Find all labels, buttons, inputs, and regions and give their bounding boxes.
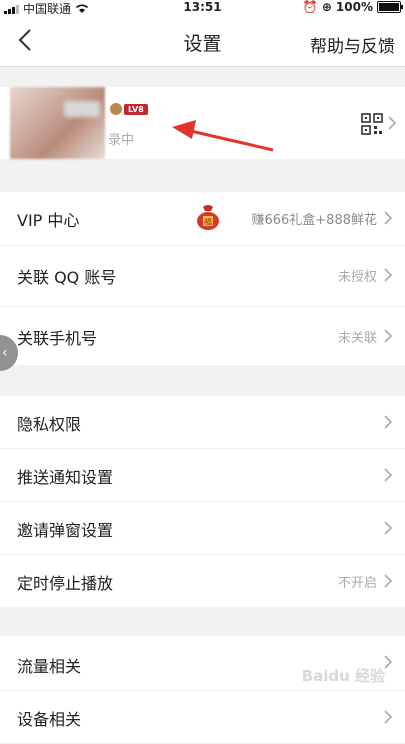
level-badge: LV8 [124, 104, 148, 115]
row-label: 定时停止播放 [17, 574, 114, 593]
qr-code-icon[interactable] [361, 113, 383, 135]
avatar[interactable] [10, 87, 105, 159]
settings-group-account: VIP 中心 福 赚666礼盒+888鲜花 关联 QQ 账号 未授权 关联手机号… [0, 192, 405, 365]
row-label: VIP 中心 [17, 211, 80, 230]
row-label: 设备相关 [17, 710, 82, 729]
battery-percent: 100% [335, 0, 373, 14]
coin-icon [110, 103, 122, 115]
row-push-notification[interactable]: 推送通知设置 [0, 449, 405, 502]
chevron-right-icon [384, 329, 393, 343]
row-link-qq[interactable]: 关联 QQ 账号 未授权 [0, 246, 405, 307]
chevron-left-icon: ‹ [2, 345, 8, 361]
row-label: 关联 QQ 账号 [17, 268, 117, 287]
chevron-right-icon [384, 268, 393, 282]
chevron-right-icon [384, 574, 393, 588]
login-status: 录中 [108, 133, 135, 148]
row-label: 推送通知设置 [17, 468, 114, 487]
settings-group-other: 流量相关 设备相关 [0, 636, 405, 744]
battery-icon [377, 1, 403, 13]
row-device[interactable]: 设备相关 [0, 691, 405, 744]
row-label: 隐私权限 [17, 415, 82, 434]
lucky-bag-icon: 福 [197, 205, 219, 230]
chevron-right-icon [384, 211, 393, 225]
chevron-right-icon [384, 468, 393, 482]
annotation-arrow [172, 120, 274, 152]
row-value: 未授权 [337, 270, 377, 285]
watermark: Baidu 经验 [301, 667, 385, 685]
row-value: 不开启 [337, 576, 377, 591]
row-value: 未关联 [337, 331, 377, 346]
settings-group-general: 隐私权限 推送通知设置 邀请弹窗设置 定时停止播放 不开启 [0, 396, 405, 607]
row-sleep-timer[interactable]: 定时停止播放 不开启 [0, 555, 405, 607]
alarm-icon: ⏰ [302, 0, 318, 14]
row-vip-center[interactable]: VIP 中心 福 赚666礼盒+888鲜花 [0, 192, 405, 246]
row-value: 赚666礼盒+888鲜花 [251, 213, 377, 228]
chevron-right-icon [384, 710, 393, 724]
chevron-right-icon [384, 415, 393, 429]
row-invite-popup[interactable]: 邀请弹窗设置 [0, 502, 405, 555]
svg-text:福: 福 [204, 218, 212, 227]
row-label: 邀请弹窗设置 [17, 521, 114, 540]
row-label: 流量相关 [17, 657, 82, 676]
chevron-right-icon [384, 521, 393, 535]
row-label: 关联手机号 [17, 329, 98, 348]
nav-bar: 设置 帮助与反馈 [0, 16, 405, 67]
status-bar: 中国联通 13:51 ⏰ ⊕ 100% [0, 0, 405, 16]
username-blurred [64, 101, 100, 117]
chevron-right-icon [388, 116, 397, 130]
help-feedback-link[interactable]: 帮助与反馈 [310, 32, 395, 57]
rotation-lock-icon: ⊕ [321, 0, 332, 14]
row-privacy[interactable]: 隐私权限 [0, 396, 405, 449]
row-link-phone[interactable]: 关联手机号 未关联 [0, 307, 405, 365]
chevron-right-icon [384, 655, 393, 669]
